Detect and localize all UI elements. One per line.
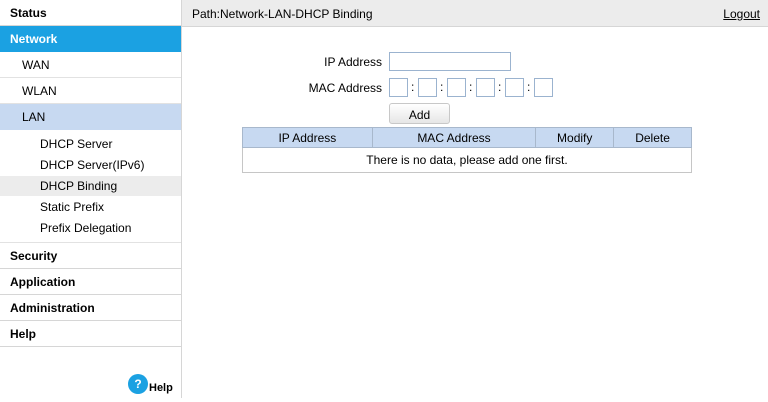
empty-table-message: There is no data, please add one first. [242, 147, 692, 173]
nav-static-prefix[interactable]: Static Prefix [0, 197, 181, 217]
mac-octet-4-input[interactable] [476, 78, 495, 97]
header-bar: Path:Network-LAN-DHCP Binding Logout [182, 0, 768, 27]
help-label[interactable]: Help [149, 382, 173, 394]
breadcrumb: Path:Network-LAN-DHCP Binding [192, 7, 373, 21]
ip-address-label: IP Address [324, 55, 382, 69]
column-delete: Delete [613, 127, 692, 148]
ip-address-input[interactable] [389, 52, 511, 71]
mac-separator: : [411, 80, 415, 94]
mac-address-label: MAC Address [308, 81, 382, 95]
lan-submenu: DHCP Server DHCP Server(IPv6) DHCP Bindi… [0, 130, 181, 243]
nav-application[interactable]: Application [0, 269, 181, 295]
nav-security[interactable]: Security [0, 243, 181, 269]
mac-separator: : [527, 80, 531, 94]
mac-octet-5-input[interactable] [505, 78, 524, 97]
nav-administration[interactable]: Administration [0, 295, 181, 321]
column-modify: Modify [535, 127, 615, 148]
nav-wan[interactable]: WAN [0, 52, 181, 78]
mac-octet-6-input[interactable] [534, 78, 553, 97]
nav-lan[interactable]: LAN [0, 104, 181, 130]
table-row: There is no data, please add one first. [242, 147, 692, 173]
nav-help[interactable]: Help [0, 321, 181, 347]
nav-status[interactable]: Status [0, 0, 181, 26]
mac-separator: : [469, 80, 473, 94]
help-link[interactable]: ? Help [128, 374, 173, 394]
mac-octet-3-input[interactable] [447, 78, 466, 97]
column-mac-address: MAC Address [371, 127, 537, 148]
nav-prefix-delegation[interactable]: Prefix Delegation [0, 218, 181, 238]
mac-separator: : [440, 80, 444, 94]
column-ip-address: IP Address [242, 127, 373, 148]
mac-separator: : [498, 80, 502, 94]
table-header-row: IP Address MAC Address Modify Delete [242, 127, 692, 148]
sidebar: Status Network WAN WLAN LAN DHCP Server … [0, 0, 182, 398]
add-button[interactable]: Add [389, 103, 450, 124]
nav-network[interactable]: Network [0, 26, 181, 52]
dhcp-binding-table: IP Address MAC Address Modify Delete The… [242, 127, 692, 173]
nav-dhcp-server-ipv6[interactable]: DHCP Server(IPv6) [0, 155, 181, 175]
question-icon[interactable]: ? [128, 374, 148, 394]
mac-octet-2-input[interactable] [418, 78, 437, 97]
mac-octet-1-input[interactable] [389, 78, 408, 97]
nav-dhcp-binding[interactable]: DHCP Binding [0, 176, 181, 196]
nav-wlan[interactable]: WLAN [0, 78, 181, 104]
nav-dhcp-server[interactable]: DHCP Server [0, 134, 181, 154]
logout-link[interactable]: Logout [723, 7, 760, 21]
